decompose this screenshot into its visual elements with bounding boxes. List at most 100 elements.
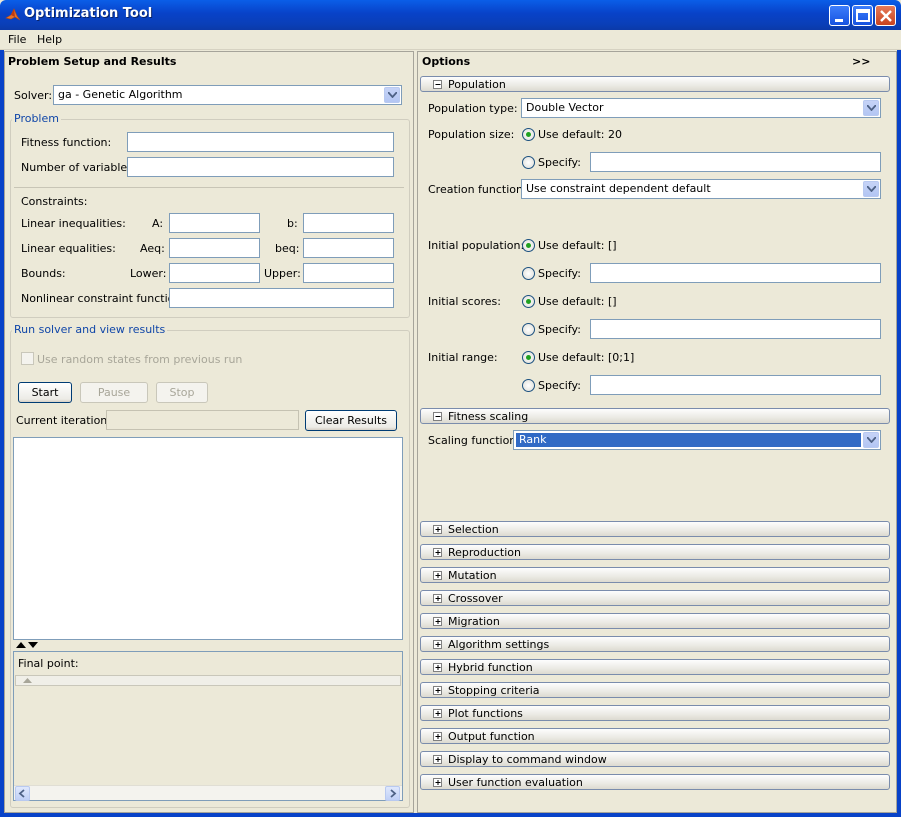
initial-range-specify-radio[interactable] — [522, 379, 535, 392]
results-text-area[interactable] — [13, 437, 403, 640]
initial-population-input[interactable] — [590, 263, 881, 283]
window-title: Optimization Tool — [24, 6, 153, 21]
section-mutation[interactable]: Mutation — [420, 567, 890, 583]
section-migration[interactable]: Migration — [420, 613, 890, 629]
expand-icon — [435, 734, 441, 739]
expand-icon — [435, 665, 441, 670]
maximize-icon — [856, 9, 870, 22]
section-title: User function evaluation — [448, 776, 583, 789]
population-type-select[interactable]: Double Vector — [521, 98, 881, 118]
initial-range-default-label: Use default: [0;1] — [538, 351, 635, 364]
minimize-button[interactable] — [829, 5, 850, 26]
random-states-checkbox[interactable] — [21, 352, 34, 365]
initial-scores-default-radio[interactable] — [522, 295, 535, 308]
initial-population-specify-label: Specify: — [538, 267, 581, 280]
initial-range-specify-label: Specify: — [538, 379, 581, 392]
chevron-down-icon — [867, 437, 876, 443]
initial-scores-default-label: Use default: [] — [538, 295, 617, 308]
section-title: Mutation — [448, 569, 497, 582]
section-selection[interactable]: Selection — [420, 521, 890, 537]
creation-function-label: Creation function: — [428, 183, 527, 196]
section-hybrid-function[interactable]: Hybrid function — [420, 659, 890, 675]
population-size-specify-label: Specify: — [538, 156, 581, 169]
bounds-label: Bounds: — [21, 267, 66, 280]
expand-icon — [435, 757, 441, 762]
window-frame-right — [897, 50, 901, 817]
expand-icon — [435, 780, 441, 785]
population-type-label: Population type: — [428, 102, 518, 115]
section-user-function-evaluation[interactable]: User function evaluation — [420, 774, 890, 790]
population-size-label: Population size: — [428, 128, 515, 141]
nonlinear-constraint-input[interactable] — [169, 288, 394, 308]
pause-button[interactable]: Pause — [80, 382, 148, 403]
chevron-down-icon — [867, 105, 876, 111]
splitter-arrows-icon[interactable] — [16, 641, 40, 649]
stop-button[interactable]: Stop — [156, 382, 208, 403]
section-title: Stopping criteria — [448, 684, 540, 697]
fitness-function-input[interactable] — [127, 132, 394, 152]
section-reproduction[interactable]: Reproduction — [420, 544, 890, 560]
population-size-default-radio[interactable] — [522, 128, 535, 141]
upper-label: Upper: — [264, 267, 301, 280]
population-type-value: Double Vector — [526, 101, 604, 114]
section-title: Hybrid function — [448, 661, 533, 674]
initial-scores-input[interactable] — [590, 319, 881, 339]
section-output-function[interactable]: Output function — [420, 728, 890, 744]
a-label: A: — [152, 217, 164, 230]
section-plot-functions[interactable]: Plot functions — [420, 705, 890, 721]
scroll-right-button[interactable] — [385, 786, 400, 801]
number-of-variables-input[interactable] — [127, 157, 394, 177]
menu-help[interactable]: Help — [37, 33, 62, 46]
a-matrix-input[interactable] — [169, 213, 260, 233]
solver-select[interactable]: ga - Genetic Algorithm — [53, 85, 402, 105]
initial-range-input[interactable] — [590, 375, 881, 395]
close-button[interactable] — [875, 5, 896, 26]
expand-icon — [435, 711, 441, 716]
section-title: Display to command window — [448, 753, 607, 766]
section-fitness-scaling[interactable]: Fitness scaling — [420, 408, 890, 424]
menu-file[interactable]: File — [8, 33, 26, 46]
section-crossover[interactable]: Crossover — [420, 590, 890, 606]
initial-population-default-radio[interactable] — [522, 239, 535, 252]
aeq-matrix-input[interactable] — [169, 238, 260, 258]
b-vector-input[interactable] — [303, 213, 394, 233]
upper-bound-input[interactable] — [303, 263, 394, 283]
initial-population-default-label: Use default: [] — [538, 239, 617, 252]
section-stopping-criteria[interactable]: Stopping criteria — [420, 682, 890, 698]
scaling-function-select[interactable]: Rank — [513, 430, 881, 450]
section-title: Plot functions — [448, 707, 523, 720]
initial-population-specify-radio[interactable] — [522, 267, 535, 280]
final-point-scrollbar[interactable] — [14, 785, 402, 801]
constraints-label: Constraints: — [21, 195, 88, 208]
beq-vector-input[interactable] — [303, 238, 394, 258]
expand-icon — [435, 642, 441, 647]
problem-group-title: Problem — [12, 112, 61, 125]
start-button[interactable]: Start — [18, 382, 72, 403]
initial-range-label: Initial range: — [428, 351, 498, 364]
expand-icon — [435, 527, 441, 532]
chevron-right-icon — [390, 789, 397, 798]
chevron-down-icon — [388, 92, 397, 98]
population-size-specify-radio[interactable] — [522, 156, 535, 169]
number-of-variables-label: Number of variables: — [21, 161, 137, 174]
creation-function-select[interactable]: Use constraint dependent default — [521, 179, 881, 199]
section-algorithm-settings[interactable]: Algorithm settings — [420, 636, 890, 652]
section-fitness-scaling-title: Fitness scaling — [448, 410, 529, 423]
initial-scores-label: Initial scores: — [428, 295, 501, 308]
problem-setup-header: Problem Setup and Results — [8, 55, 177, 68]
clear-results-button[interactable]: Clear Results — [305, 410, 397, 431]
creation-function-value: Use constraint dependent default — [526, 182, 711, 195]
population-size-default-label: Use default: 20 — [538, 128, 622, 141]
expand-icon — [435, 573, 441, 578]
scroll-left-button[interactable] — [15, 786, 30, 801]
expand-options-button[interactable]: >> — [852, 55, 870, 68]
chevron-left-icon — [18, 789, 25, 798]
section-display-to-command-window[interactable]: Display to command window — [420, 751, 890, 767]
initial-range-default-radio[interactable] — [522, 351, 535, 364]
population-size-input[interactable] — [590, 152, 881, 172]
current-iteration-field — [106, 410, 299, 430]
section-population[interactable]: Population — [420, 76, 890, 92]
initial-scores-specify-radio[interactable] — [522, 323, 535, 336]
maximize-button[interactable] — [852, 5, 873, 26]
lower-bound-input[interactable] — [169, 263, 260, 283]
